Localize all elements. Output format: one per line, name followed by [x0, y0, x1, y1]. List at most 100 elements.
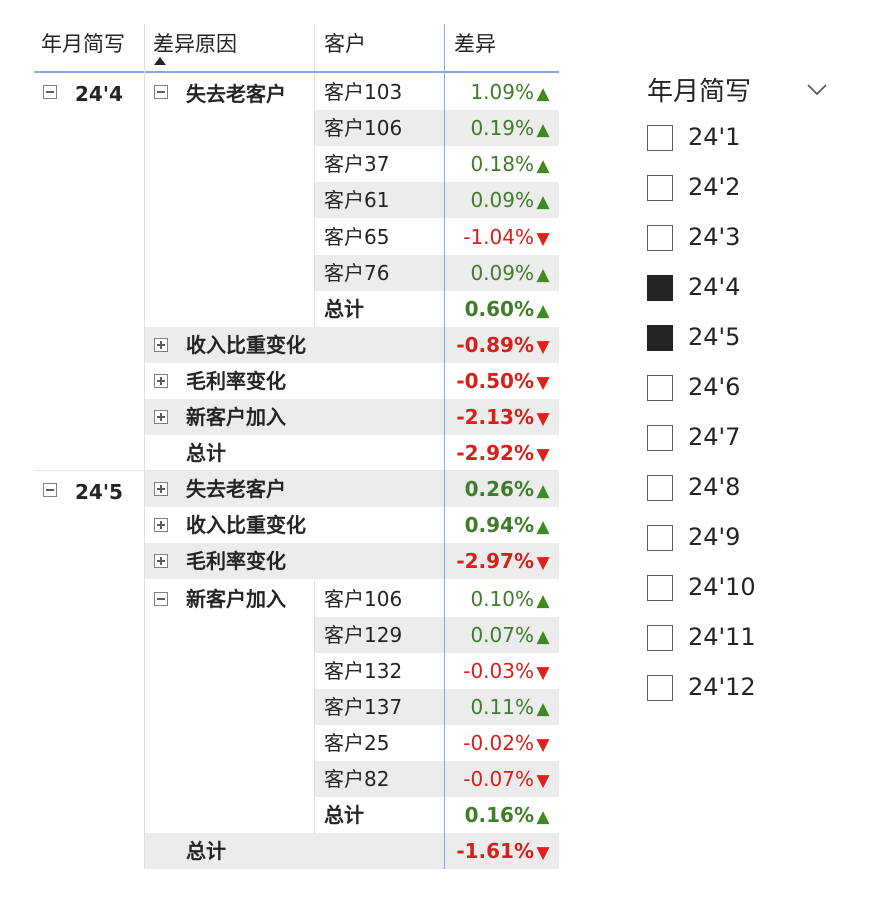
checkbox[interactable]	[647, 575, 673, 601]
diff-cell: 0.19% ▲	[446, 110, 559, 148]
header-customer[interactable]: 客户	[324, 24, 366, 64]
triangle-up-icon: ▲	[536, 627, 550, 647]
diff-cell: 0.09% ▲	[446, 182, 559, 220]
checkbox[interactable]	[647, 675, 673, 701]
customer-cell: 客户103	[324, 80, 403, 104]
customer-cell: 客户106	[324, 116, 403, 140]
triangle-up-icon: ▲	[536, 192, 550, 212]
slicer-option-label: 24'1	[688, 123, 741, 151]
chevron-down-icon[interactable]	[805, 78, 829, 102]
triangle-down-icon: ▼	[536, 663, 550, 683]
checkbox[interactable]	[647, 475, 673, 501]
collapse-icon[interactable]	[43, 85, 57, 99]
slicer-option-label: 24'5	[688, 323, 741, 351]
checkbox[interactable]	[647, 375, 673, 401]
customer-cell: 客户82	[324, 767, 390, 791]
slicer-option-label: 24'11	[688, 623, 756, 651]
header-divider	[34, 71, 559, 73]
customer-cell: 客户37	[324, 152, 390, 176]
reason-label: 失去老客户	[186, 477, 286, 501]
diff-cell: -2.97% ▼	[446, 543, 559, 581]
slicer-option-label: 24'9	[688, 523, 741, 551]
diff-cell: -2.13% ▼	[446, 399, 559, 437]
checkbox[interactable]	[647, 125, 673, 151]
triangle-down-icon: ▼	[536, 843, 550, 863]
diff-cell: 0.94% ▲	[446, 507, 559, 545]
triangle-down-icon: ▼	[536, 771, 550, 791]
triangle-down-icon: ▼	[536, 229, 550, 249]
subtotal-label: 总计	[324, 297, 364, 321]
triangle-up-icon: ▲	[536, 120, 550, 140]
checkbox[interactable]	[647, 625, 673, 651]
checkbox-checked[interactable]	[647, 325, 673, 351]
reason-label: 收入比重变化	[186, 333, 306, 357]
slicer-title: 年月简写	[647, 77, 752, 107]
column-divider	[444, 24, 445, 869]
reason-label: 毛利率变化	[186, 549, 286, 573]
customer-cell: 客户25	[324, 731, 390, 755]
slicer-option-label: 24'4	[688, 273, 741, 301]
triangle-down-icon: ▼	[536, 735, 550, 755]
grand-total-label: 总计	[186, 839, 226, 863]
sort-ascending-icon[interactable]	[154, 57, 166, 65]
slicer-option-label: 24'7	[688, 423, 741, 451]
reason-label: 新客户加入	[186, 587, 286, 611]
triangle-up-icon: ▲	[536, 84, 550, 104]
group-total-cell: -2.92% ▼	[446, 435, 559, 473]
customer-cell: 客户106	[324, 587, 403, 611]
expand-icon[interactable]	[154, 374, 168, 388]
collapse-icon[interactable]	[43, 483, 57, 497]
column-divider	[144, 24, 145, 869]
slicer-option-label: 24'3	[688, 223, 741, 251]
reason-label: 新客户加入	[186, 405, 286, 429]
diff-cell: 0.18% ▲	[446, 146, 559, 184]
slicer-option-label: 24'6	[688, 373, 741, 401]
checkbox-checked[interactable]	[647, 275, 673, 301]
triangle-up-icon: ▲	[536, 265, 550, 285]
reason-label: 毛利率变化	[186, 369, 286, 393]
subtotal-cell: 0.60% ▲	[446, 291, 559, 329]
header-period[interactable]: 年月简写	[41, 24, 125, 64]
reason-label: 收入比重变化	[186, 513, 306, 537]
collapse-icon[interactable]	[154, 85, 168, 99]
triangle-down-icon: ▼	[536, 409, 550, 429]
grand-total-cell: -1.61% ▼	[446, 833, 559, 871]
checkbox[interactable]	[647, 525, 673, 551]
triangle-up-icon: ▲	[536, 301, 550, 321]
column-divider	[314, 74, 315, 327]
column-divider	[314, 581, 315, 833]
expand-icon[interactable]	[154, 554, 168, 568]
customer-cell: 客户65	[324, 225, 390, 249]
triangle-up-icon: ▲	[536, 699, 550, 719]
diff-cell: -0.50% ▼	[446, 363, 559, 401]
expand-icon[interactable]	[154, 338, 168, 352]
header-diff[interactable]: 差异	[454, 24, 496, 64]
slicer-option-label: 24'10	[688, 573, 756, 601]
diff-cell: -0.07% ▼	[446, 761, 559, 799]
diff-cell: 1.09% ▲	[446, 74, 559, 112]
column-divider	[314, 24, 315, 71]
checkbox[interactable]	[647, 175, 673, 201]
slicer-option-label: 24'8	[688, 473, 741, 501]
collapse-icon[interactable]	[154, 592, 168, 606]
triangle-up-icon: ▲	[536, 591, 550, 611]
diff-cell: -0.03% ▼	[446, 653, 559, 691]
triangle-up-icon: ▲	[536, 481, 550, 501]
expand-icon[interactable]	[154, 518, 168, 532]
diff-cell: -0.89% ▼	[446, 327, 559, 365]
slicer-option-label: 24'2	[688, 173, 741, 201]
diff-cell: 0.10% ▲	[446, 581, 559, 619]
triangle-up-icon: ▲	[536, 807, 550, 827]
checkbox[interactable]	[647, 225, 673, 251]
checkbox[interactable]	[647, 425, 673, 451]
group-total-label: 总计	[186, 441, 226, 465]
triangle-down-icon: ▼	[536, 445, 550, 465]
reason-label: 失去老客户	[186, 82, 286, 106]
diff-cell: 0.11% ▲	[446, 689, 559, 727]
subtotal-cell: 0.16% ▲	[446, 797, 559, 835]
period-label: 24'4	[75, 82, 123, 106]
expand-icon[interactable]	[154, 410, 168, 424]
triangle-down-icon: ▼	[536, 553, 550, 573]
customer-cell: 客户76	[324, 261, 390, 285]
expand-icon[interactable]	[154, 482, 168, 496]
